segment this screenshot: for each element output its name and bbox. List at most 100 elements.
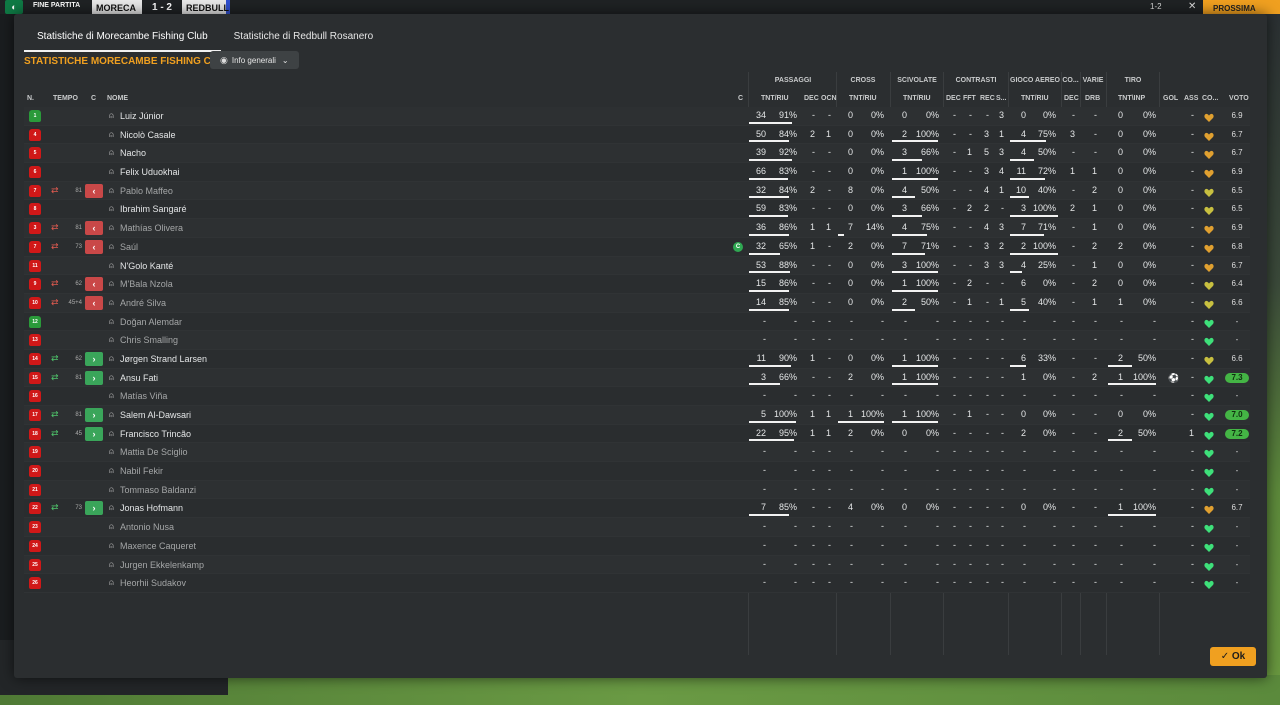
dribbles: -	[1094, 147, 1097, 158]
player-name[interactable]: Pablo Maffeo	[120, 182, 173, 200]
player-name[interactable]: Luiz Júnior	[120, 107, 164, 125]
col-header-number[interactable]: N.	[27, 95, 34, 102]
table-row[interactable]: 25 ⍝ Jurgen Ekkelenkamp - - - - - - - - - - - - - - - - - - -…	[24, 555, 1250, 575]
shirt-number-icon: 26	[29, 577, 41, 590]
co-dec: -	[1072, 390, 1075, 401]
close-icon[interactable]: ✕	[1188, 1, 1196, 12]
player-name[interactable]: M'Bala Nzola	[120, 275, 173, 293]
col-header-tiro-tntinp[interactable]: TNT\INP	[1118, 95, 1145, 102]
contrast-dec: -	[953, 315, 956, 326]
col-header-pass-dec[interactable]: DEC	[804, 95, 819, 102]
player-name[interactable]: N'Golo Kanté	[120, 257, 173, 275]
table-row[interactable]: 9 ⇄ 62 ‹ ⍝ M'Bala Nzola 15 86% - -0 0% 1 100% -2- -6 0%…	[24, 275, 1250, 294]
player-name[interactable]: Mattia De Sciglio	[120, 443, 188, 461]
table-row[interactable]: 3 ⇄ 81 ‹ ⍝ Mathías Olivera 36 86% 1 1 7 14% 4 75% - -4 3…	[24, 219, 1250, 238]
col-header-cont-rec[interactable]: REC	[980, 95, 995, 102]
col-header-cross-tntriu[interactable]: TNT/RIU	[849, 95, 877, 102]
player-name[interactable]: Doğan Alemdar	[120, 313, 182, 331]
assists: -	[1191, 296, 1194, 307]
player-name[interactable]: Antonio Nusa	[120, 518, 174, 536]
table-row[interactable]: 1 ⍝ Luiz Júnior 34 91% - -0 0% 0 0% - - -3 0 0% - -0 0% -6…	[24, 107, 1250, 126]
pass-ocn: -	[828, 110, 831, 120]
table-row[interactable]: 13 ⍝ Chris Smalling - - - - - - - - - - - - - - - - - - - -	[24, 331, 1250, 350]
col-header-cont-s[interactable]: S...	[996, 95, 1007, 102]
player-name[interactable]: Ansu Fati	[120, 369, 158, 387]
player-name[interactable]: Mathías Olivera	[120, 219, 183, 237]
table-row[interactable]: 21 ⍝ Tommaso Baldanzi - - - - - - - - - - - - - - - - - - - -	[24, 480, 1250, 500]
shirt-number-icon: 18	[29, 427, 41, 440]
player-name[interactable]: Saúl	[120, 238, 138, 256]
condition-heart-icon	[1204, 185, 1214, 197]
player-name[interactable]: Francisco Trincão	[120, 425, 191, 443]
col-header-c[interactable]: C	[91, 95, 96, 102]
player-name[interactable]: Ibrahim Sangaré	[120, 200, 187, 218]
player-name[interactable]: Maxence Caqueret	[120, 537, 196, 555]
table-row[interactable]: 14 ⇄ 62 › ⍝ Jørgen Strand Larsen 11 90% 1-0 0% 1 10…	[24, 349, 1250, 369]
player-name[interactable]: Salem Al-Dawsari	[120, 406, 191, 424]
tab-redbull-stats[interactable]: Statistiche di Redbull Rosanero	[221, 30, 387, 52]
table-row[interactable]: 26 ⍝ Heorhii Sudakov - - - - - - - - - - - - - - - - - - - -	[24, 574, 1250, 593]
pass-dec: -	[812, 577, 815, 588]
tab-morecambe-stats[interactable]: Statistiche di Morecambe Fishing Club	[24, 30, 221, 52]
contrast-dec: -	[953, 409, 956, 419]
player-name[interactable]: Felix Uduokhai	[120, 163, 180, 181]
pass-ocn: -	[828, 184, 831, 195]
table-row[interactable]: 16 ⍝ Matías Viña - - - - - - - - - - - - - - - - - - - -	[24, 387, 1250, 406]
col-header-c2[interactable]: C	[738, 95, 743, 102]
table-row[interactable]: 20 ⍝ Nabil Fekir - - - - - - - - - - - - - - - - - - - -	[24, 462, 1250, 481]
contrast-s: 1	[998, 128, 1004, 139]
player-name[interactable]: Jørgen Strand Larsen	[120, 350, 207, 368]
ok-button[interactable]: ✓ Ok	[1210, 647, 1256, 666]
player-name[interactable]: Jonas Hofmann	[120, 499, 183, 517]
col-header-varie-drb[interactable]: DRB	[1085, 95, 1100, 102]
col-header-pass-tntriu[interactable]: TNT/RIU	[761, 95, 789, 102]
col-header-sciv-tntriu[interactable]: TNT/RIU	[903, 95, 931, 102]
table-row[interactable]: 5 ⍝ Nacho 39 92% - -0 0% 3 66% -1 5 3 4 50% - -0 0% -6.7	[24, 144, 1250, 164]
col-header-co-dec[interactable]: DEC	[1064, 95, 1079, 102]
pass-dec: -	[812, 558, 815, 569]
table-row[interactable]: 17 ⇄ 81 › ⍝ Salem Al-Dawsari 5 100% 1 1 1 100% 1 100%…	[24, 406, 1250, 425]
player-name[interactable]: Tommaso Baldanzi	[120, 481, 196, 499]
table-row[interactable]: 24 ⍝ Maxence Caqueret - - - - - - - - - - - - - - - - - - - -	[24, 536, 1250, 556]
table-row[interactable]: 23 ⍝ Antonio Nusa - - - - - - - - - - - - - - - - - - - -	[24, 518, 1250, 537]
col-header-ass[interactable]: ASS	[1184, 95, 1198, 102]
player-name[interactable]: André Silva	[120, 294, 166, 312]
col-header-voto[interactable]: VOTO	[1229, 95, 1249, 102]
col-header-gol[interactable]: GOL	[1163, 95, 1178, 102]
table-row[interactable]: 15 ⇄ 81 › ⍝ Ansu Fati 3 66% - -2 0% 1 100% - - - -1 0% -2 1…	[24, 368, 1250, 388]
info-dropdown[interactable]: ◉ Info generali ⌄	[210, 51, 299, 69]
pass-attempted: -	[763, 558, 766, 569]
col-header-nome[interactable]: NOME	[107, 95, 128, 102]
col-header-cont-dec[interactable]: DEC	[946, 95, 961, 102]
col-header-cont-fft[interactable]: FFT	[963, 95, 976, 102]
player-name[interactable]: Jurgen Ekkelenkamp	[120, 556, 204, 574]
contrast-dec: -	[953, 446, 956, 457]
table-row[interactable]: 10 ⇄ 45+4 ‹ ⍝ André Silva 14 85% - -0 0% 2 50% -1-1 5 4…	[24, 293, 1250, 313]
player-name[interactable]: Chris Smalling	[120, 331, 178, 349]
player-name[interactable]: Nicolò Casale	[120, 126, 176, 144]
table-row[interactable]: 12 ⍝ Doğan Alemdar - - - - - - - - - - - - - - - - - - - -	[24, 312, 1250, 332]
cross-attempted: -	[850, 558, 853, 569]
table-row[interactable]: 6 ⍝ Felix Uduokhai 66 83% - -0 0% 1 100% - -3 4 11 72%…	[24, 163, 1250, 182]
table-row[interactable]: 11 ⍝ N'Golo Kanté 53 88% - -0 0% 3 100% - -3 3 4 25% -1…	[24, 256, 1250, 276]
table-row[interactable]: 7 ⇄ 73 ‹ ⍝ Saúl C 32 65% 1-2 0% 7 71% - -3 2 2 100% -2 2 0% -…	[24, 237, 1250, 257]
contrast-fft: -	[969, 483, 972, 494]
table-row[interactable]: 22 ⇄ 73 › ⍝ Jonas Hofmann 7 85% - -4 0% 0 0% - - - -0 0% -…	[24, 499, 1250, 519]
pass-dec: -	[812, 259, 815, 270]
col-header-pass-ocn[interactable]: OCN	[821, 95, 837, 102]
pass-accuracy: -	[794, 390, 797, 401]
table-row[interactable]: 8 ⍝ Ibrahim Sangaré 59 83% - -0 0% 3 66% -2 2-3 100%…	[24, 200, 1250, 220]
table-row[interactable]: 19 ⍝ Mattia De Sciglio - - - - - - - - - - - - - - - - - - - -	[24, 443, 1250, 463]
player-name[interactable]: Nacho	[120, 144, 146, 162]
player-name[interactable]: Matías Viña	[120, 387, 167, 405]
continue-button[interactable]: PROSSIMA PARTITA	[1203, 0, 1280, 14]
table-row[interactable]: 18 ⇄ 45 › ⍝ Francisco Trincão 22 95% 1 1 2 0% 0 0% - - -…	[24, 424, 1250, 444]
col-header-aereo-tntriu[interactable]: TNT/RIU	[1021, 95, 1049, 102]
aerial-accuracy: -	[1053, 577, 1056, 588]
player-name[interactable]: Heorhii Sudakov	[120, 574, 186, 592]
table-row[interactable]: 4 ⍝ Nicolò Casale 50 84% 2 1 0 0% 2 100% - -3 1 4 75% 3-…	[24, 125, 1250, 145]
table-row[interactable]: 7 ⇄ 81 ‹ ⍝ Pablo Maffeo 32 84% 2-8 0% 4 50% - -4 1 10 40…	[24, 181, 1250, 201]
player-name[interactable]: Nabil Fekir	[120, 462, 163, 480]
col-header-tempo[interactable]: TEMPO	[53, 95, 78, 102]
col-header-co2[interactable]: CO...	[1202, 95, 1218, 102]
